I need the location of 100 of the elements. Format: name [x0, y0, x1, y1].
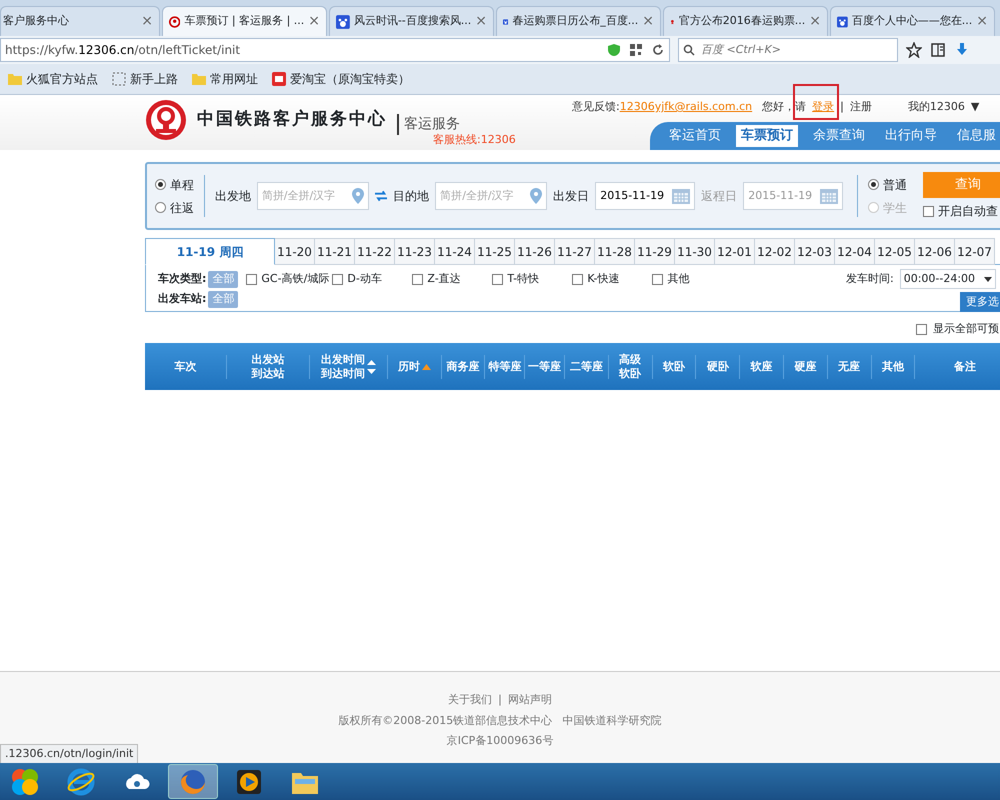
column-header: 出发站 到达站: [251, 353, 284, 380]
address-field[interactable]: https://kyfw.12306.cn/otn/leftTicket/init: [0, 38, 670, 62]
date-tab[interactable]: 11-25: [475, 238, 515, 265]
date-tab[interactable]: 12-03: [795, 238, 835, 265]
tab-title: 客户服务中心: [3, 13, 69, 30]
nav-tab[interactable]: 出行向导: [880, 125, 942, 147]
date-tab[interactable]: 11-21: [315, 238, 355, 265]
date-tab[interactable]: 11-27: [555, 238, 595, 265]
date-tab[interactable]: 11-24: [435, 238, 475, 265]
register-link[interactable]: 注册: [850, 99, 872, 116]
rail-logo-icon: [145, 99, 187, 141]
date-tab[interactable]: 11-28: [595, 238, 635, 265]
folder-icon: [8, 73, 22, 85]
close-icon[interactable]: ×: [976, 11, 988, 32]
station-field[interactable]: 简拼/全拼/汉字: [256, 182, 369, 210]
station-input[interactable]: 简拼/全拼/汉字: [440, 188, 530, 204]
browser-tab[interactable]: 官方公布2016春运购票... ×: [663, 6, 828, 36]
site-title: 中国铁路客户服务中心: [197, 108, 387, 132]
bookmark-item[interactable]: 火狐官方站点: [8, 70, 98, 88]
date-field[interactable]: 2015-11-19: [595, 182, 696, 210]
date-tab[interactable]: 11-26: [515, 238, 555, 265]
date-tab[interactable]: 11-19 周四: [145, 238, 275, 265]
to-label: 目的地: [393, 188, 430, 205]
date-tab[interactable]: 11-20: [275, 238, 315, 265]
date-label: 出发日: [553, 188, 590, 205]
browser-tab[interactable]: 百度个人中心——您在... ×: [830, 6, 995, 36]
column-header: 车次: [174, 360, 196, 374]
reading-list-icon[interactable]: [930, 42, 946, 58]
date-tab[interactable]: 11-23: [395, 238, 435, 265]
column-header: 其他: [882, 360, 904, 374]
checkbox-option[interactable]: 显示全部可预: [916, 321, 999, 338]
reload-icon[interactable]: [651, 43, 665, 57]
nav-tab[interactable]: 车票预订: [736, 125, 798, 147]
close-icon[interactable]: ×: [475, 11, 487, 32]
location-pin-icon: [352, 188, 364, 204]
separator-text: |: [498, 692, 502, 708]
tab-title: 车票预订 | 客运服务 | ...: [184, 13, 304, 30]
separator-text: |: [840, 99, 844, 115]
station-input[interactable]: 简拼/全拼/汉字: [262, 188, 352, 204]
time-select[interactable]: 00:00--24:00: [900, 269, 996, 289]
tab-title: 百度个人中心——您在...: [852, 13, 972, 30]
status-url-tooltip: .12306.cn/otn/login/init: [0, 744, 138, 764]
swap-icon[interactable]: [374, 190, 388, 202]
date-tab[interactable]: 12-01: [715, 238, 755, 265]
checkbox-option[interactable]: D-动车: [332, 271, 412, 288]
search-field[interactable]: 百度 <Ctrl+K>: [678, 38, 898, 62]
radio-option[interactable]: 往返: [155, 198, 194, 216]
bookmark-item[interactable]: 常用网址: [192, 70, 258, 88]
star-icon[interactable]: [906, 42, 922, 58]
browser-tab[interactable]: 风云时讯--百度搜索风... ×: [329, 6, 494, 36]
checkbox-option[interactable]: 开启自动查: [923, 202, 1000, 220]
checkbox-option[interactable]: T-特快: [492, 271, 572, 288]
browser-tab[interactable]: 春运购票日历公布_百度... ×: [496, 6, 661, 36]
date-tab[interactable]: 12-06: [915, 238, 955, 265]
windows-logo-icon[interactable]: [10, 766, 40, 796]
browser-e-icon[interactable]: [66, 766, 96, 796]
date-tab[interactable]: 12-05: [875, 238, 915, 265]
search-input[interactable]: 百度 <Ctrl+K>: [699, 40, 879, 60]
bookmark-item[interactable]: 爱淘宝（原淘宝特卖）: [272, 70, 410, 88]
date-tab[interactable]: 11-29: [635, 238, 675, 265]
date-tab[interactable]: 12-07: [955, 238, 995, 265]
checkbox-option[interactable]: 其他: [652, 271, 712, 288]
highlight-box: [793, 84, 839, 120]
my-account-link[interactable]: 我的12306: [908, 99, 965, 116]
caret-icon: [984, 276, 992, 282]
close-icon[interactable]: ×: [809, 11, 821, 32]
close-icon[interactable]: ×: [308, 11, 320, 32]
nav-tab[interactable]: 客运首页: [664, 125, 726, 147]
checkbox-option[interactable]: GC-高铁/城际: [246, 271, 332, 288]
checkbox-option[interactable]: K-快速: [572, 271, 652, 288]
icp-text: 京ICP备10009636号: [446, 733, 554, 749]
date-tab[interactable]: 12-02: [755, 238, 795, 265]
url-text: https://kyfw.12306.cn/otn/leftTicket/init: [5, 42, 240, 59]
bookmark-item[interactable]: 新手上路: [112, 70, 178, 88]
close-icon[interactable]: ×: [141, 11, 153, 32]
footer-link[interactable]: 网站声明: [508, 692, 552, 708]
station-field[interactable]: 简拼/全拼/汉字: [435, 182, 548, 210]
qr-code-icon[interactable]: [629, 43, 643, 57]
caret-icon[interactable]: ▼: [970, 99, 980, 116]
date-input[interactable]: 2015-11-19: [600, 188, 672, 204]
shield-icon: [607, 43, 621, 57]
nav-tab[interactable]: 余票查询: [808, 125, 870, 147]
footer-link[interactable]: 关于我们: [448, 692, 492, 708]
more-options-button[interactable]: 更多选: [960, 292, 1000, 312]
column-header: 硬座: [794, 360, 816, 374]
date-tab[interactable]: 11-30: [675, 238, 715, 265]
filter-label: 出发车站:: [158, 291, 206, 307]
column-header: 无座: [838, 360, 860, 374]
browser-tab[interactable]: 车票预订 | 客运服务 | ... ×: [162, 6, 327, 36]
nav-tab[interactable]: 信息服: [952, 125, 1000, 147]
close-icon[interactable]: ×: [642, 11, 654, 32]
radio-option[interactable]: 单程: [155, 176, 194, 194]
sort-icon[interactable]: [367, 358, 376, 374]
radio-option[interactable]: 普通: [868, 176, 907, 194]
date-tab[interactable]: 12-04: [835, 238, 875, 265]
date-tab[interactable]: 11-22: [355, 238, 395, 265]
checkbox-option[interactable]: Z-直达: [412, 271, 492, 288]
column-header: 出发时间 到达时间: [321, 353, 366, 380]
browser-tab[interactable]: 客户服务中心 ×: [0, 6, 160, 36]
copyright-text: 版权所有©2008-2015铁道部信息技术中心 中国铁道科学研究院: [338, 712, 662, 728]
